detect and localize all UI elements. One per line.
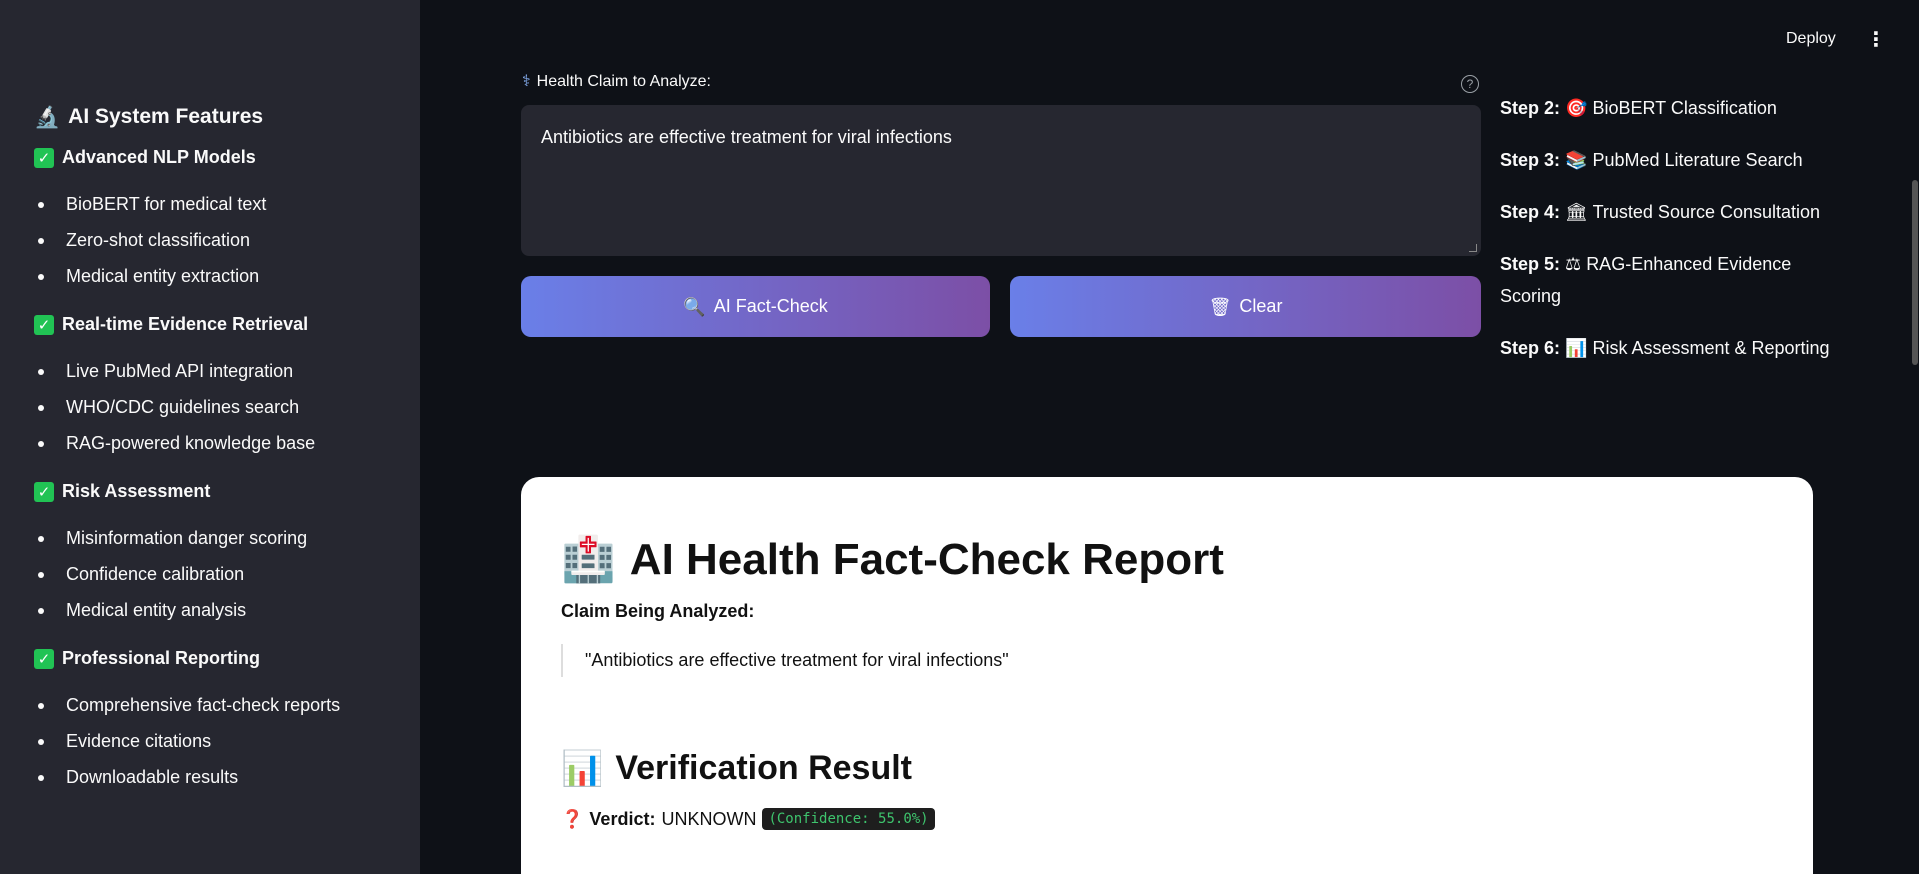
confidence-badge: (Confidence: 55.0%)	[762, 808, 935, 830]
verdict-line: ❓ Verdict: UNKNOWN (Confidence: 55.0%)	[561, 808, 1773, 830]
scales-icon: ⚖	[1565, 254, 1582, 274]
step-text: Risk Assessment & Reporting	[1592, 338, 1830, 358]
clear-button[interactable]: 🗑 Clear	[1010, 276, 1481, 337]
clear-label: Clear	[1239, 296, 1283, 316]
step-number: Step 6:	[1500, 338, 1561, 358]
claim-input-label-text: Health Claim to Analyze:	[536, 73, 711, 90]
verdict-label: Verdict:	[589, 808, 656, 829]
books-icon: 📚	[1565, 150, 1588, 170]
feature-title-text: Real-time Evidence Retrieval	[62, 314, 309, 334]
sidebar-title: 🔬 AI System Features	[34, 105, 386, 129]
bar-chart-icon: 📊	[1565, 338, 1588, 358]
list-item: Confidence calibration	[34, 556, 386, 592]
step-number: Step 4:	[1500, 202, 1561, 222]
fact-check-report: 🏥 AI Health Fact-Check Report Claim Bein…	[521, 477, 1813, 874]
step-number: Step 3:	[1500, 150, 1561, 170]
resize-handle-icon[interactable]	[1469, 244, 1477, 252]
target-icon: 🎯	[1565, 98, 1588, 118]
claim-quote: "Antibiotics are effective treatment for…	[561, 644, 1773, 677]
deploy-button[interactable]: Deploy	[1786, 30, 1836, 48]
sidebar: 🔬 AI System Features ✓ Advanced NLP Mode…	[0, 0, 420, 874]
check-icon: ✓	[34, 147, 54, 168]
step-4: Step 4: 🏛 Trusted Source Consultation	[1500, 196, 1830, 228]
sidebar-title-text: AI System Features	[68, 105, 264, 128]
microscope-icon: 🔬	[34, 105, 61, 129]
list-item: Medical entity extraction	[34, 258, 386, 294]
check-icon: ✓	[34, 314, 54, 335]
step-number: Step 2:	[1500, 98, 1561, 118]
verdict-value: UNKNOWN	[661, 808, 757, 829]
step-6: Step 6: 📊 Risk Assessment & Reporting	[1500, 332, 1830, 364]
ai-fact-check-label: AI Fact-Check	[713, 296, 828, 316]
verification-result-text: Verification Result	[615, 749, 912, 787]
list-item: Zero-shot classification	[34, 222, 386, 258]
claim-being-analyzed-label: Claim Being Analyzed:	[561, 601, 755, 621]
more-options-icon[interactable]: ⋮	[1866, 30, 1886, 50]
help-icon[interactable]: ?	[1461, 75, 1479, 93]
step-5: Step 5: ⚖ RAG-Enhanced Evidence Scoring	[1500, 248, 1830, 312]
report-title: 🏥 AI Health Fact-Check Report	[561, 535, 1773, 585]
ai-fact-check-button[interactable]: 🔍 AI Fact-Check	[521, 276, 990, 337]
list-item: Live PubMed API integration	[34, 353, 386, 389]
feature-title-text: Risk Assessment	[62, 481, 211, 501]
feature-title-text: Professional Reporting	[62, 648, 261, 668]
wastebasket-icon: 🗑	[1208, 296, 1232, 317]
stethoscope-icon: ⚕	[522, 73, 531, 90]
claim-textarea-value: Antibiotics are effective treatment for …	[541, 127, 952, 147]
report-title-text: AI Health Fact-Check Report	[629, 535, 1224, 584]
list-item: Downloadable results	[34, 759, 386, 795]
list-item: Comprehensive fact-check reports	[34, 687, 386, 723]
step-2: Step 2: 🎯 BioBERT Classification	[1500, 92, 1830, 124]
list-item: RAG-powered knowledge base	[34, 425, 386, 461]
feature-title-nlp: ✓ Advanced NLP Models	[34, 147, 386, 168]
list-item: BioBERT for medical text	[34, 186, 386, 222]
magnifier-icon: 🔍	[683, 296, 706, 317]
claim-textarea[interactable]: Antibiotics are effective treatment for …	[521, 105, 1481, 256]
hospital-icon: 🏥	[561, 535, 616, 584]
pipeline-steps: Step 2: 🎯 BioBERT Classification Step 3:…	[1500, 92, 1830, 384]
feature-title-text: Advanced NLP Models	[62, 147, 256, 167]
feature-list-reporting: Comprehensive fact-check reports Evidenc…	[34, 687, 386, 795]
check-icon: ✓	[34, 648, 54, 669]
step-number: Step 5:	[1500, 254, 1561, 274]
step-text: Trusted Source Consultation	[1592, 202, 1821, 222]
step-text: PubMed Literature Search	[1592, 150, 1803, 170]
claim-input-label: ⚕ Health Claim to Analyze:	[522, 73, 711, 91]
list-item: Medical entity analysis	[34, 592, 386, 628]
feature-list-risk: Misinformation danger scoring Confidence…	[34, 520, 386, 628]
feature-title-evidence: ✓ Real-time Evidence Retrieval	[34, 314, 386, 335]
list-item: Misinformation danger scoring	[34, 520, 386, 556]
list-item: Evidence citations	[34, 723, 386, 759]
feature-list-evidence: Live PubMed API integration WHO/CDC guid…	[34, 353, 386, 461]
list-item: WHO/CDC guidelines search	[34, 389, 386, 425]
page-scrollbar[interactable]	[1912, 180, 1918, 365]
bar-chart-icon: 📊	[561, 749, 604, 788]
check-icon: ✓	[34, 481, 54, 502]
step-text: BioBERT Classification	[1592, 98, 1777, 118]
verification-result-heading: 📊 Verification Result	[561, 749, 1773, 788]
feature-list-nlp: BioBERT for medical text Zero-shot class…	[34, 186, 386, 294]
step-3: Step 3: 📚 PubMed Literature Search	[1500, 144, 1830, 176]
classical-building-icon: 🏛	[1565, 202, 1588, 222]
feature-title-reporting: ✓ Professional Reporting	[34, 648, 386, 669]
question-mark-icon: ❓	[561, 809, 584, 829]
feature-title-risk: ✓ Risk Assessment	[34, 481, 386, 502]
